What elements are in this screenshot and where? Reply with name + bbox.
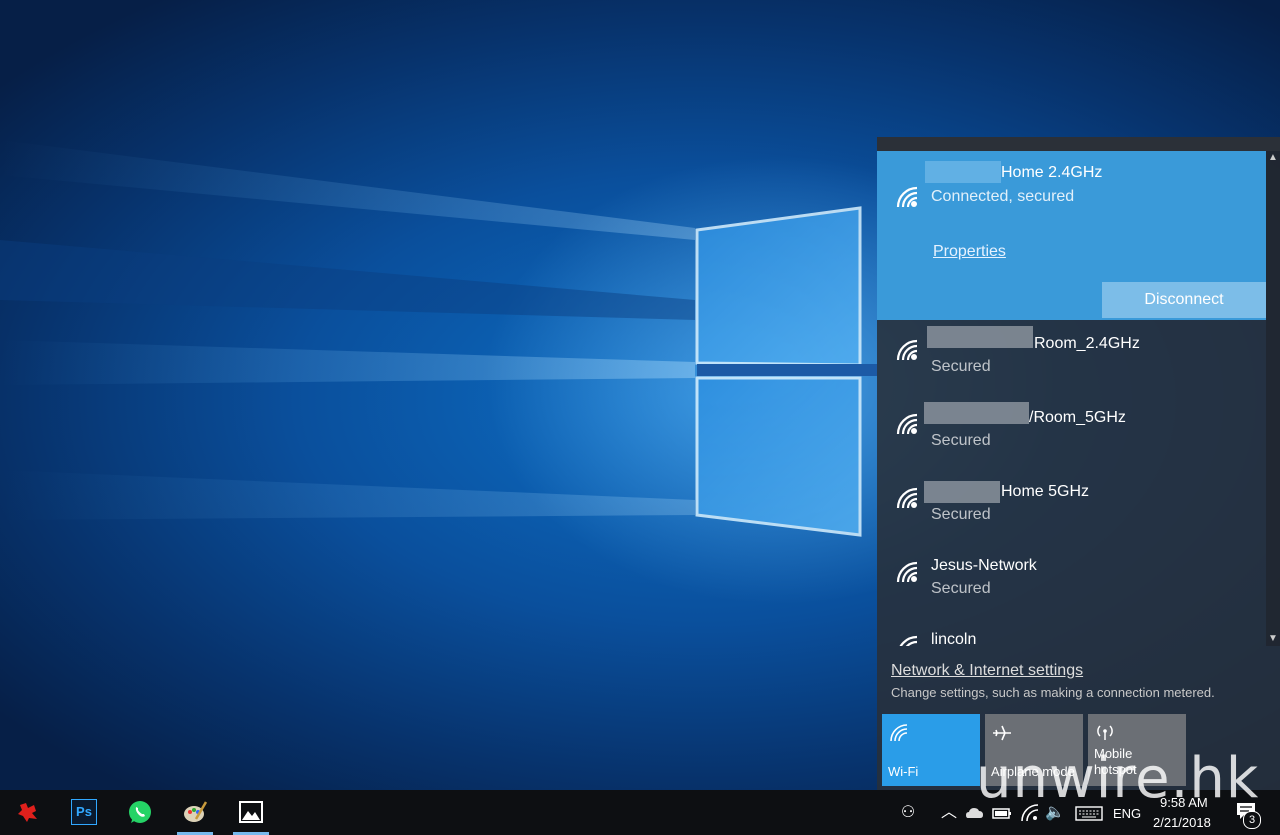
network-settings-description: Change settings, such as making a connec… [891,685,1215,700]
wifi-toggle-tile[interactable]: Wi-Fi [882,714,980,786]
network-name: Home 5GHz [1001,483,1090,500]
photoshop-icon: Ps [71,799,97,825]
network-status: Secured [931,506,991,523]
network-flyout: Home 2.4GHz Connected, secured Propertie… [877,137,1280,790]
taskbar-app-red[interactable] [6,790,50,835]
network-list-item[interactable]: /Room_5GHz Secured [877,394,1266,468]
network-list-scrollbar[interactable]: ▲ ▼ [1266,151,1280,646]
connected-network-item[interactable]: Home 2.4GHz Connected, secured Propertie… [877,151,1266,320]
wifi-tile-label: Wi-Fi [888,764,919,779]
wifi-icon [890,724,908,742]
notification-count-badge: 3 [1243,811,1261,829]
show-hidden-icons-chevron-icon[interactable]: ︿ [938,802,960,824]
wifi-signal-icon [899,635,918,646]
whatsapp-icon [129,801,151,823]
network-name: Room_2.4GHz [1034,335,1140,352]
paint-icon [184,801,208,822]
wifi-signal-icon [896,186,918,208]
properties-link[interactable]: Properties [933,243,1006,261]
scroll-up-icon[interactable]: ▲ [1266,151,1280,165]
taskbar-app-photoshop[interactable]: Ps [62,790,106,835]
hotspot-icon [1097,725,1113,740]
network-list-item[interactable]: Room_2.4GHz Secured [877,320,1266,394]
flyout-top-strip [877,137,1280,151]
redacted-name-block [927,326,1033,348]
photos-icon [239,801,263,823]
taskbar-app-whatsapp[interactable] [118,790,162,835]
wifi-signal-icon [896,339,918,361]
redacted-name-block [924,402,1029,424]
network-status: Secured [931,432,991,449]
network-name: /Room_5GHz [1029,409,1126,426]
clock-date[interactable]: 2/21/2018 [1153,815,1211,830]
connected-network-name: Home 2.4GHz [1001,164,1103,181]
site-watermark: unwire.hk [976,746,1260,811]
scroll-down-icon[interactable]: ▼ [1266,632,1280,646]
network-list-item[interactable]: Home 5GHz Secured [877,468,1266,542]
wifi-signal-icon [896,487,918,509]
red-app-icon [18,803,37,822]
network-name: Jesus-Network [931,557,1037,574]
people-icon[interactable]: ⚇ [897,802,919,824]
connected-network-status: Connected, secured [931,188,1075,205]
wifi-signal-icon [896,413,918,435]
disconnect-button[interactable]: Disconnect [1102,282,1266,318]
network-settings-link[interactable]: Network & Internet settings [891,662,1083,680]
taskbar-app-paint[interactable] [173,790,217,835]
network-name: lincoln [931,631,977,646]
wifi-signal-icon [896,561,918,583]
network-status: Secured [931,358,991,375]
network-list-item[interactable]: lincoln [877,616,1266,646]
redacted-name-block [924,481,1000,503]
redacted-name-block [925,161,1001,183]
network-list-item[interactable]: Jesus-Network Secured [877,542,1266,616]
network-status: Secured [931,580,991,597]
taskbar-app-photos[interactable] [229,790,273,835]
airplane-icon [993,725,1011,741]
